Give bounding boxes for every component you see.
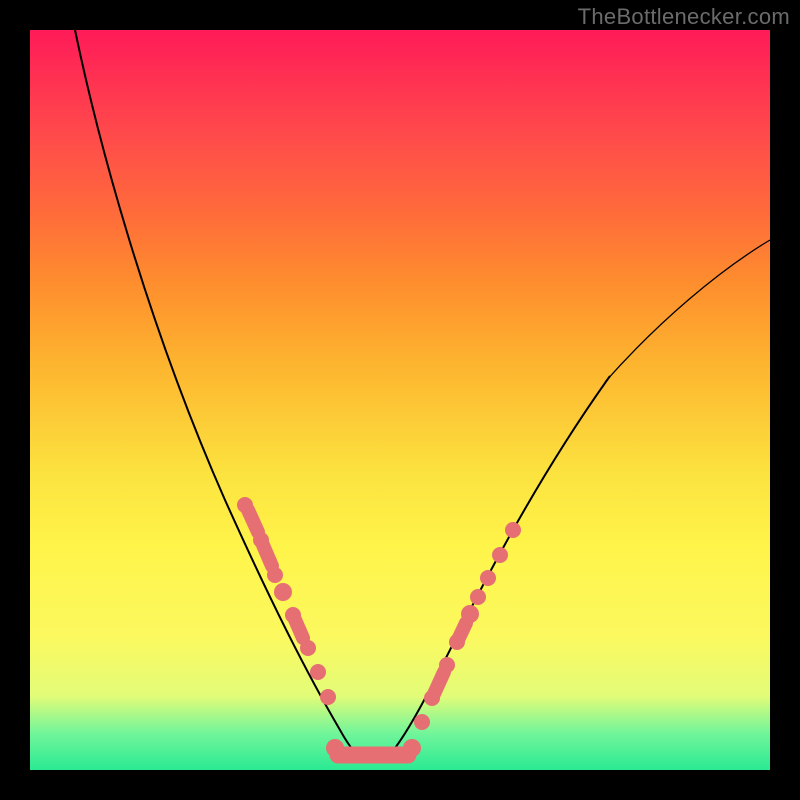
data-marker [326,739,344,757]
plot-area [30,30,770,770]
curve-svg [30,30,770,770]
data-marker [267,567,283,583]
data-marker [403,739,421,757]
data-marker [300,640,316,656]
data-marker [439,657,455,673]
chart-frame: TheBottlenecker.com [0,0,800,800]
data-marker [320,689,336,705]
data-marker [274,583,292,601]
data-marker [505,522,521,538]
data-marker-seg [248,510,258,532]
data-marker [461,605,479,623]
data-marker-seg [458,623,466,640]
marker-group [237,497,521,757]
data-marker-seg [263,545,272,566]
data-marker-seg [434,672,444,694]
data-marker [470,589,486,605]
watermark-text: TheBottlenecker.com [578,4,790,30]
data-marker [492,547,508,563]
data-marker [480,570,496,586]
curve-left-branch [75,30,365,760]
data-marker-seg [293,615,303,638]
data-marker [414,714,430,730]
curve-right-branch-upper [605,240,770,382]
curve-right-branch-lower [385,376,610,760]
data-marker [310,664,326,680]
